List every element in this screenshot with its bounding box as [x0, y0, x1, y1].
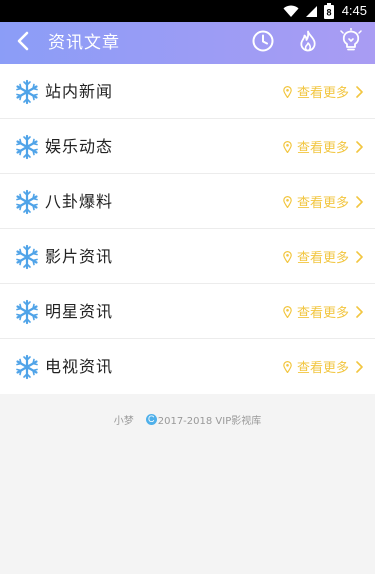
- list-item[interactable]: 八卦爆料 查看更多: [0, 174, 375, 229]
- view-more-label: 查看更多: [296, 196, 349, 211]
- status-time: 4:45: [341, 3, 367, 18]
- category-list: 站内新闻 查看更多 娱乐动态 查看更多 八卦爆料 查看更多 影片资讯 查看更多 …: [0, 64, 375, 394]
- snowflake-icon: [14, 299, 40, 325]
- chevron-right-icon: [356, 305, 363, 318]
- location-pin-icon: [283, 305, 292, 318]
- view-more-label: 查看更多: [296, 141, 349, 156]
- back-icon: [16, 31, 30, 55]
- hot-button[interactable]: [295, 30, 321, 56]
- wifi-icon: [283, 5, 299, 18]
- status-icons: 8 4:45: [283, 3, 367, 19]
- page-title: 资讯文章: [48, 33, 120, 53]
- chevron-right-icon: [356, 195, 363, 208]
- view-more-label: 查看更多: [296, 86, 349, 101]
- app-header: 资讯文章: [0, 22, 375, 64]
- category-label: 娱乐动态: [45, 137, 114, 156]
- view-more-label: 查看更多: [296, 251, 349, 266]
- location-pin-icon: [283, 195, 292, 208]
- chevron-right-icon: [356, 250, 363, 263]
- view-more-label: 查看更多: [296, 306, 349, 321]
- battery-icon: 8: [323, 3, 334, 19]
- snowflake-icon: [14, 134, 40, 160]
- snowflake-icon: [14, 79, 40, 105]
- view-more-link[interactable]: 查看更多: [283, 339, 363, 394]
- footer-author: 小梦: [113, 416, 134, 427]
- footer-copyright-text: 2017-2018 VIP影视库: [157, 416, 262, 427]
- list-item[interactable]: 影片资讯 查看更多: [0, 229, 375, 284]
- chevron-right-icon: [356, 85, 363, 98]
- signal-icon: [305, 5, 318, 18]
- battery-level: 8: [326, 8, 331, 18]
- clock-icon: [251, 29, 275, 57]
- category-label: 影片资讯: [45, 247, 114, 266]
- status-bar: 8 4:45: [0, 0, 375, 22]
- list-item[interactable]: 明星资讯 查看更多: [0, 284, 375, 339]
- ideas-button[interactable]: [338, 27, 364, 58]
- category-label: 电视资讯: [45, 357, 114, 376]
- chevron-right-icon: [356, 360, 363, 373]
- view-more-link[interactable]: 查看更多: [283, 119, 363, 174]
- list-item[interactable]: 娱乐动态 查看更多: [0, 119, 375, 174]
- view-more-link[interactable]: 查看更多: [283, 229, 363, 284]
- view-more-link[interactable]: 查看更多: [283, 284, 363, 339]
- back-button[interactable]: [10, 28, 36, 58]
- history-button[interactable]: [250, 30, 276, 56]
- list-item[interactable]: 电视资讯 查看更多: [0, 339, 375, 394]
- view-more-link[interactable]: 查看更多: [283, 64, 363, 119]
- location-pin-icon: [283, 250, 292, 263]
- lightbulb-icon: [339, 27, 363, 58]
- view-more-link[interactable]: 查看更多: [283, 174, 363, 229]
- snowflake-icon: [14, 354, 40, 380]
- list-item[interactable]: 站内新闻 查看更多: [0, 64, 375, 119]
- location-pin-icon: [283, 360, 292, 373]
- snowflake-icon: [14, 244, 40, 270]
- copyright-icon: C: [145, 414, 157, 425]
- chevron-right-icon: [356, 140, 363, 153]
- category-label: 八卦爆料: [45, 192, 114, 211]
- category-label: 明星资讯: [45, 302, 114, 321]
- footer: 小梦 C 2017-2018 VIP影视库: [0, 412, 375, 427]
- location-pin-icon: [283, 140, 292, 153]
- location-pin-icon: [283, 85, 292, 98]
- flame-icon: [296, 29, 320, 57]
- snowflake-icon: [14, 189, 40, 215]
- view-more-label: 查看更多: [296, 361, 349, 376]
- category-label: 站内新闻: [45, 82, 114, 101]
